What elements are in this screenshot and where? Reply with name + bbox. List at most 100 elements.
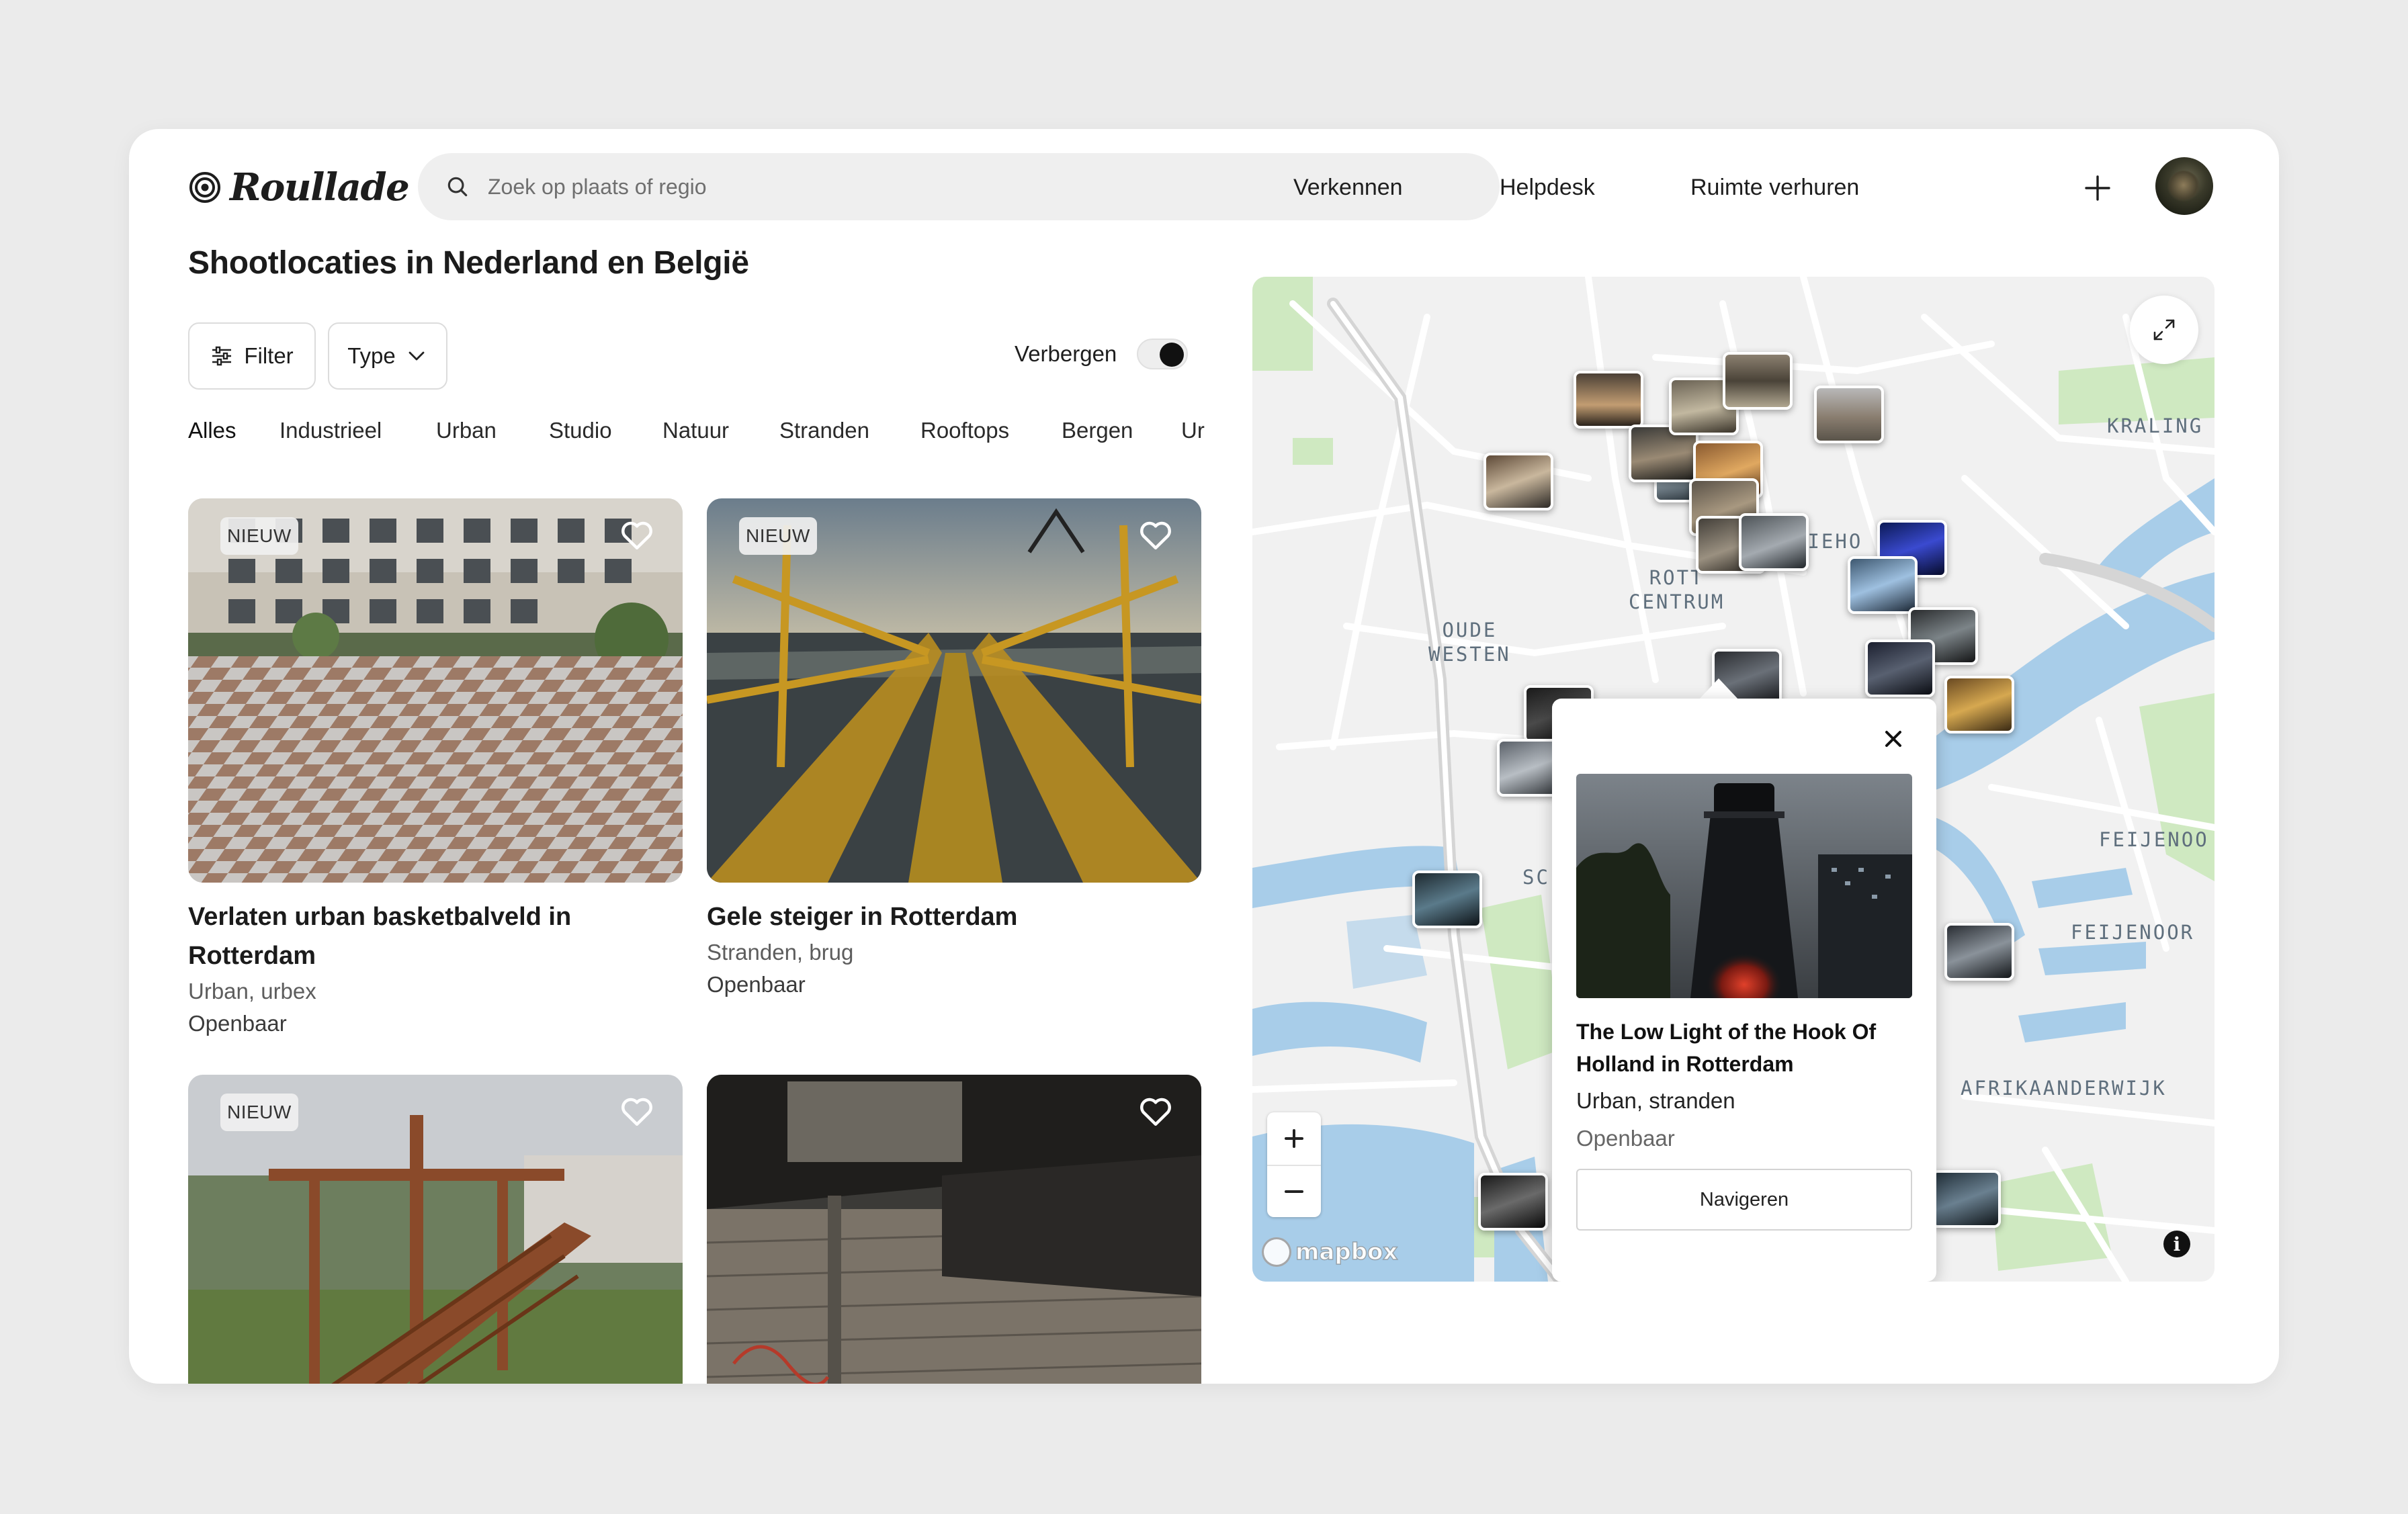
map-label-afrikaanderwijk: AFRIKAANDERWIJK [1961,1077,2167,1100]
location-card[interactable] [707,1075,1201,1384]
tab-alles[interactable]: Alles [188,418,236,443]
mapbox-icon [1262,1237,1291,1267]
card-image [707,498,1201,883]
app-window: Roullade Verkennen Helpdesk Ruimte verhu… [129,129,2279,1384]
popup-access: Openbaar [1576,1126,1675,1151]
map-label-sc: SC [1522,866,1550,889]
add-button[interactable] [2084,175,2111,202]
map-pin[interactable] [1412,871,1482,928]
favorite-button[interactable] [1137,1092,1174,1130]
map-pin[interactable] [1931,1170,2001,1228]
type-dropdown[interactable]: Type [328,322,447,390]
heart-icon [1140,521,1171,550]
popup-image [1576,774,1912,998]
close-button[interactable] [1880,725,1907,752]
type-dropdown-label: Type [347,343,396,368]
map-label-feijenoord: FEIJENOOR [2071,921,2195,944]
map-pin[interactable] [1944,676,2014,733]
map-pin[interactable] [1484,453,1553,510]
map-label-oude-westen: OUDE WESTEN [1428,619,1511,666]
heart-icon [621,1098,652,1126]
logo-text: Roullade [230,165,410,210]
logo[interactable]: Roullade [188,164,410,211]
card-photo[interactable] [707,1075,1201,1384]
info-icon[interactable]: i [2163,1231,2190,1257]
nav-ruimte-verhuren[interactable]: Ruimte verhuren [1690,164,1859,211]
tab-stranden[interactable]: Stranden [779,418,869,443]
new-badge: NIEUW [220,517,298,555]
toggle-knob [1160,343,1184,367]
card-photo[interactable]: NIEUW [188,498,683,883]
card-photo[interactable]: NIEUW [707,498,1201,883]
new-badge: NIEUW [739,517,817,555]
card-image [188,498,683,883]
nav-helpdesk[interactable]: Helpdesk [1500,164,1595,211]
map-pin[interactable] [1848,556,1918,614]
card-tags: Stranden, brug [707,940,854,965]
map-pin[interactable] [1944,923,2014,981]
minus-icon [1285,1190,1303,1193]
zoom-controls [1267,1112,1321,1217]
close-icon [1885,731,1901,747]
search-icon [447,177,468,197]
tab-urbex[interactable]: Urbex [1181,418,1205,443]
map-pin[interactable] [1865,639,1935,697]
search-input[interactable] [488,174,1428,199]
map-pin[interactable] [1739,513,1809,571]
logo-icon [189,172,220,203]
zoom-in-button[interactable] [1267,1112,1321,1165]
mapbox-logo[interactable]: mapbox [1262,1237,1398,1267]
navigate-button[interactable]: Navigeren [1576,1169,1912,1231]
map-pin[interactable] [1478,1173,1548,1231]
chevron-down-icon [408,351,425,361]
filter-button[interactable]: Filter [188,322,316,390]
tab-studio[interactable]: Studio [549,418,612,443]
map-pin[interactable] [1723,352,1793,410]
location-card[interactable]: NIEUW Gele steiger in Rotterdam Stranden… [707,498,1201,1001]
card-title[interactable]: Verlaten urban basketbalveld in Rotterda… [188,897,683,975]
popup-pointer [1698,678,1739,700]
card-photo[interactable]: NIEUW [188,1075,683,1384]
category-tabs: Alles Industrieel Urban Studio Natuur St… [188,418,1205,458]
map-pin[interactable] [1574,371,1643,429]
favorite-button[interactable] [618,1092,656,1130]
page-title: Shootlocaties in Nederland en België [188,245,749,281]
tab-natuur[interactable]: Natuur [662,418,729,443]
map-label-kralingen: KRALING [2107,414,2204,437]
location-card[interactable]: NIEUW [188,1075,683,1384]
plus-icon [1285,1129,1303,1148]
location-card[interactable]: NIEUW Verlaten urban basketbalveld in Ro… [188,498,683,1040]
tab-industrieel[interactable]: Industrieel [280,418,382,443]
location-popup: The Low Light of the Hook Of Holland in … [1552,699,1936,1282]
map-pin[interactable] [1814,386,1884,443]
popup-photo[interactable] [1576,774,1912,998]
filter-button-label: Filter [244,343,294,368]
mapbox-wordmark: mapbox [1295,1238,1398,1266]
card-access: Openbaar [188,1011,287,1036]
map-label-feijenoord: FEIJENOO [2099,828,2209,851]
favorite-button[interactable] [1137,516,1174,553]
tab-rooftops[interactable]: Rooftops [920,418,1009,443]
card-access: Openbaar [707,972,806,997]
fullscreen-button[interactable] [2130,296,2198,364]
heart-icon [621,521,652,550]
tab-bergen[interactable]: Bergen [1062,418,1133,443]
tab-urban[interactable]: Urban [436,418,497,443]
heart-icon [1140,1098,1171,1126]
plus-icon [2085,175,2110,201]
card-tags: Urban, urbex [188,979,316,1004]
hide-toggle[interactable] [1137,339,1188,369]
expand-icon [2153,319,2175,341]
popup-title[interactable]: The Low Light of the Hook Of Holland in … [1576,1016,1919,1080]
map[interactable]: KRALING OUDE WESTEN ROTT CENTRUM RIEHO F… [1252,277,2214,1282]
sliders-icon [212,346,232,366]
favorite-button[interactable] [618,516,656,553]
card-title[interactable]: Gele steiger in Rotterdam [707,897,1201,936]
card-image [707,1075,1201,1384]
nav-verkennen[interactable]: Verkennen [1293,164,1403,211]
avatar[interactable] [2155,157,2213,215]
popup-tags: Urban, stranden [1576,1088,1735,1113]
hide-toggle-label: Verbergen [1015,341,1117,366]
new-badge: NIEUW [220,1094,298,1131]
zoom-out-button[interactable] [1267,1165,1321,1217]
